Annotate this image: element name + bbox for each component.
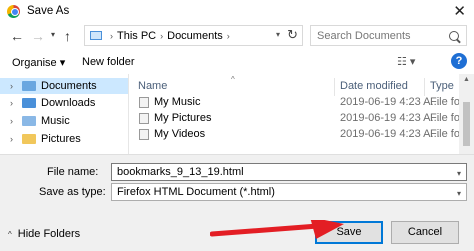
hide-folders-button[interactable]: ^ Hide Folders [8,228,80,240]
organise-button[interactable]: Organise ▾ [12,56,65,69]
save-as-type-label: Save as type: [39,186,106,198]
sort-ascending-icon: ^ [231,75,235,84]
documents-icon [22,81,36,91]
file-name-label: File name: [47,166,99,178]
column-header-date[interactable]: Date modified [340,80,408,92]
breadcrumb-separator: › [110,30,113,41]
breadcrumb-separator: › [160,30,164,41]
file-name: My Videos [154,128,206,140]
save-as-type-value: Firefox HTML Document (*.html) [117,186,275,198]
save-button[interactable]: Save [315,221,383,244]
search-icon [449,30,459,41]
sidebar-item-music[interactable]: › Music [0,113,128,129]
pane-divider[interactable] [128,74,129,154]
file-type: File fol [430,96,463,108]
sidebar-item-pictures[interactable]: › Pictures [0,131,128,147]
help-icon[interactable]: ? [451,53,467,69]
title-bar: Save As ✕ [0,0,474,22]
file-name: My Music [154,96,201,108]
refresh-icon[interactable]: ↻ [287,27,298,43]
sidebar-item-label: Downloads [41,97,96,109]
close-icon[interactable]: ✕ [453,2,466,20]
sidebar-item-downloads[interactable]: › Downloads [0,95,128,111]
sidebar-item-label: Music [41,115,70,127]
folder-shortcut-icon [139,113,149,124]
address-dropdown-icon[interactable]: ▾ [276,30,280,39]
downloads-icon [22,98,36,108]
up-arrow-icon[interactable]: ↑ [64,28,71,44]
file-row[interactable]: My Videos 2019-06-19 4:23 A... File fol [136,126,463,142]
cancel-button[interactable]: Cancel [391,221,459,244]
expand-chevron-icon[interactable]: › [10,116,22,126]
column-header-name[interactable]: Name [138,80,167,92]
breadcrumb-this-pc[interactable]: This PC [117,30,156,42]
file-date: 2019-06-19 4:23 A... [340,112,440,124]
forward-arrow-icon[interactable]: → [31,28,45,44]
file-name: My Pictures [154,112,212,124]
window-title: Save As [27,5,70,17]
breadcrumb-separator: › [226,30,230,41]
navigation-bar: ← → ▾ ↑ › This PC › Documents › ▾ ↻ Sear… [0,24,474,50]
chrome-icon [7,4,20,18]
file-row[interactable]: My Music 2019-06-19 4:23 A... File fol [136,94,463,110]
address-bar[interactable]: › This PC › Documents › ▾ ↻ [84,25,303,46]
toolbar: Organise ▾ New folder ☷ ▾ ? [0,53,474,73]
pictures-icon [22,134,36,144]
navigation-pane: › Documents › Downloads › Music › Pictur… [0,74,128,154]
recent-locations-chevron-icon[interactable]: ▾ [51,30,55,39]
file-name-value: bookmarks_9_13_19.html [117,166,244,178]
folder-shortcut-icon [139,97,149,108]
expand-chevron-icon[interactable]: › [10,98,22,108]
this-pc-icon [90,31,102,40]
save-as-type-select[interactable]: Firefox HTML Document (*.html) ▾ [111,183,467,201]
music-icon [22,116,36,126]
collapse-caret-icon: ^ [8,229,12,239]
vertical-scrollbar[interactable]: ▲ [459,74,474,154]
sidebar-item-label: Documents [41,80,97,92]
save-panel: File name: bookmarks_9_13_19.html ▾ Save… [0,154,474,251]
browser-content: › Documents › Downloads › Music › Pictur… [0,74,474,154]
search-input[interactable]: Search Documents [310,25,467,46]
back-arrow-icon[interactable]: ← [10,28,24,44]
column-headers: ^ Name Date modified Type [136,75,459,96]
file-name-field[interactable]: bookmarks_9_13_19.html ▾ [111,163,467,181]
file-date: 2019-06-19 4:23 A... [340,128,440,140]
expand-chevron-icon[interactable]: › [10,81,22,91]
file-row[interactable]: My Pictures 2019-06-19 4:23 A... File fo… [136,110,463,126]
expand-chevron-icon[interactable]: › [10,134,22,144]
new-folder-button[interactable]: New folder [82,56,135,68]
file-list: ^ Name Date modified Type My Music 2019-… [136,74,463,154]
chevron-down-icon[interactable]: ▾ [457,189,461,198]
sidebar-item-label: Pictures [41,133,81,145]
scrollbar-thumb[interactable] [463,102,470,146]
file-type: File fol [430,128,463,140]
file-name-dropdown-icon[interactable]: ▾ [457,169,461,178]
column-header-type[interactable]: Type [430,80,454,92]
hide-folders-label: Hide Folders [17,228,81,240]
folder-shortcut-icon [139,129,149,140]
sidebar-item-documents[interactable]: › Documents [0,78,128,94]
scroll-up-icon[interactable]: ▲ [463,76,470,83]
file-type: File fol [430,112,463,124]
breadcrumb-documents[interactable]: Documents [167,30,223,42]
file-date: 2019-06-19 4:23 A... [340,96,440,108]
view-options-button[interactable]: ☷ ▾ [397,55,415,68]
search-placeholder: Search Documents [317,29,411,42]
